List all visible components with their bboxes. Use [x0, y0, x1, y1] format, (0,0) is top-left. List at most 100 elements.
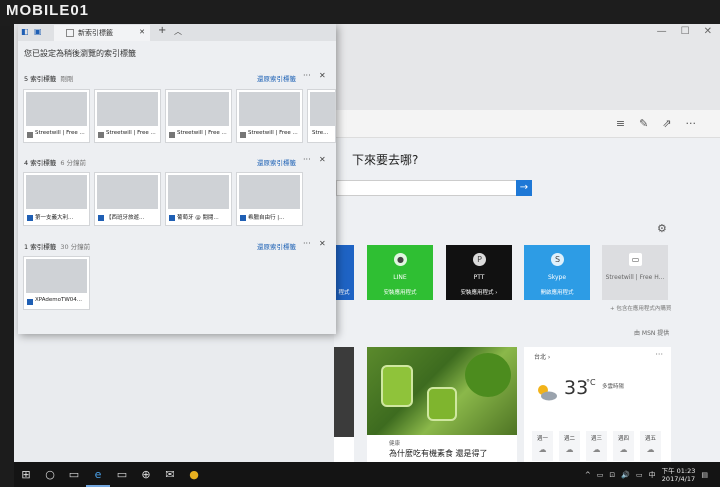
panel-heading: 您已設定為稍後瀏覽的索引標籤	[24, 49, 136, 58]
tabs-set-aside-panel: ◧ ▣ 新索引標籤 ✕ + ︿ 您已設定為稍後瀏覽的索引標籤 5 索引標籤 剛剛…	[18, 24, 336, 334]
close-tab-icon[interactable]: ✕	[139, 28, 145, 36]
msn-credit: 由 MSN 提供	[634, 330, 670, 337]
windows-taskbar: ⊞ ○ ▭ e ▭ ⊕ ✉ ● ^ ▭ ⊡ 🔊 ▭ 中 下午 01:23 201…	[14, 462, 720, 487]
weather-description: 多雲時陽	[602, 384, 625, 390]
tab-preview-icon[interactable]: ▣	[34, 27, 43, 36]
maximize-button[interactable]: ☐	[681, 26, 690, 37]
in-app-purchase-note: + 包含在應用程式內購買	[610, 306, 672, 312]
tab-group-label: 5 索引標籤 剛剛	[24, 75, 74, 83]
minimize-button[interactable]: —	[657, 26, 667, 37]
photo-border	[0, 0, 720, 26]
clock[interactable]: 下午 01:23 2017/4/17	[662, 467, 696, 483]
tab-thumbnail[interactable]: XPAdemoTW04...	[23, 256, 90, 310]
watermark-logo: MOBILE01	[6, 2, 90, 19]
cloud-icon: ☁	[565, 445, 574, 454]
more-icon[interactable]: ···	[655, 350, 663, 359]
news-image	[367, 347, 517, 435]
skype-icon: S	[551, 253, 564, 266]
weather-temperature: 33	[564, 377, 589, 399]
edge-browser-icon[interactable]: e	[86, 462, 110, 487]
weather-forecast: 週一 ☁ 週二 ☁ 週三 ☁ 週四 ☁ 週五 ☁	[532, 431, 661, 461]
share-icon[interactable]: ⇗	[662, 117, 671, 130]
keyboard-icon[interactable]: ▭	[636, 471, 643, 479]
search-icon[interactable]: ○	[38, 462, 62, 487]
line-icon: ●	[394, 253, 407, 266]
restore-tabs-link[interactable]: 還原索引標籤	[257, 241, 296, 251]
more-icon[interactable]: ···	[303, 71, 311, 80]
app-tile-ptt[interactable]: P PTT 安裝應用程式 ›	[446, 245, 512, 300]
tab-thumbnail[interactable]: Stre...	[307, 89, 336, 143]
tab-new-tab[interactable]: 新索引標籤 ✕	[54, 25, 150, 41]
note-icon[interactable]: ✎	[639, 117, 648, 130]
hub-icon[interactable]: ≡	[616, 117, 625, 130]
cloud-icon: ☁	[619, 445, 628, 454]
news-card[interactable]: 健康 為什麼吃有機素食 還是得了	[367, 347, 517, 462]
chevron-up-icon[interactable]: ︿	[174, 26, 182, 37]
input-language[interactable]: 中	[649, 470, 656, 480]
forecast-day: 週五 ☁	[640, 431, 661, 461]
news-card-partial[interactable]	[334, 347, 354, 462]
more-icon[interactable]: ···	[303, 239, 311, 248]
weather-city[interactable]: 台北 ›	[534, 352, 550, 361]
app-tile-partial[interactable]: 程式	[334, 245, 354, 300]
site-thumbnail-icon: ▭	[629, 253, 642, 266]
tab-thumbnail[interactable]: 【西班牙旅遊...	[94, 172, 161, 226]
news-title: 為什麼吃有機素食 還是得了	[389, 449, 488, 458]
app-tile-line[interactable]: ● LINE 安裝應用程式	[367, 245, 433, 300]
tab-bar: ◧ ▣ 新索引標籤 ✕ + ︿	[18, 24, 336, 41]
tab-thumbnail[interactable]: 第一支義大利...	[23, 172, 90, 226]
window-controls: — ☐ ✕	[657, 26, 712, 37]
battery-icon[interactable]: ▭	[597, 471, 604, 479]
close-icon[interactable]: ✕	[319, 239, 326, 248]
site-tile-streetwill[interactable]: ▭ Streetwill | Free H...	[602, 245, 668, 300]
network-icon[interactable]: ⊡	[609, 471, 615, 479]
ptt-icon: P	[473, 253, 486, 266]
action-center-icon[interactable]: ▤	[701, 471, 708, 479]
news-category: 健康	[389, 441, 401, 447]
search-button[interactable]: →	[516, 180, 532, 196]
show-hidden-icons[interactable]: ^	[585, 471, 591, 479]
tab-favicon-icon	[66, 29, 74, 37]
screen: — ☐ ✕ ≡ ✎ ⇗ ··· 下來要去哪? → ⚙ 程式 ● LINE 安裝應…	[14, 24, 720, 462]
restore-tabs-link[interactable]: 還原索引標籤	[257, 157, 296, 167]
forecast-day: 週二 ☁	[559, 431, 580, 461]
screenshot: MOBILE01 — ☐ ✕ ≡ ✎ ⇗ ··· 下來要去哪? → ⚙ 程式 ●…	[0, 0, 720, 487]
cloud-icon: ☁	[592, 445, 601, 454]
file-explorer-icon[interactable]: ▭	[110, 462, 134, 487]
task-view-icon[interactable]: ▭	[62, 462, 86, 487]
tab-thumbnail[interactable]: Streetwill | Free ...	[236, 89, 303, 143]
close-icon[interactable]: ✕	[319, 71, 326, 80]
more-icon[interactable]: ···	[686, 117, 697, 130]
more-icon[interactable]: ···	[303, 155, 311, 164]
search-input[interactable]	[336, 180, 518, 196]
restore-tabs-link[interactable]: 還原索引標籤	[257, 73, 296, 83]
tab-group-label: 4 索引標籤 6 分鐘前	[24, 159, 87, 167]
tab-thumbnail[interactable]: 葡萄牙 @ 閱閱...	[165, 172, 232, 226]
forecast-day: 週三 ☁	[586, 431, 607, 461]
paint-icon[interactable]: ●	[182, 462, 206, 487]
set-aside-tabs-icon[interactable]: ◧	[21, 27, 30, 36]
close-icon[interactable]: ✕	[319, 155, 326, 164]
system-tray: ^ ▭ ⊡ 🔊 ▭ 中 下午 01:23 2017/4/17 ▤	[585, 462, 708, 487]
new-tab-button[interactable]: +	[158, 25, 166, 36]
search-heading: 下來要去哪?	[352, 153, 419, 167]
app-tile-skype[interactable]: S Skype 開啟應用程式	[524, 245, 590, 300]
browser-toolbar: ≡ ✎ ⇗ ···	[334, 110, 720, 138]
mail-icon[interactable]: ✉	[158, 462, 182, 487]
gear-icon[interactable]: ⚙	[657, 222, 667, 235]
tab-thumbnail[interactable]: Streetwill | Free ...	[94, 89, 161, 143]
weather-unit: °C	[586, 378, 596, 387]
store-icon[interactable]: ⊕	[134, 462, 158, 487]
volume-icon[interactable]: 🔊	[621, 471, 630, 479]
tab-thumbnail[interactable]: Streetwill | Free ...	[165, 89, 232, 143]
cloud-icon: ☁	[538, 445, 547, 454]
forecast-day: 週一 ☁	[532, 431, 553, 461]
tab-thumbnail[interactable]: 希臘自由行 |...	[236, 172, 303, 226]
tab-group-label: 1 索引標籤 30 分鐘前	[24, 243, 91, 251]
partly-cloudy-icon	[538, 385, 557, 401]
cloud-icon: ☁	[646, 445, 655, 454]
close-window-button[interactable]: ✕	[704, 26, 712, 37]
weather-card[interactable]: 台北 › ··· 33 °C 多雲時陽 週一 ☁ 週二 ☁ 週三 ☁ 週四 ☁ 週五 ☁	[524, 347, 671, 462]
start-button[interactable]: ⊞	[14, 462, 38, 487]
tab-thumbnail[interactable]: Streetwill | Free ...	[23, 89, 90, 143]
